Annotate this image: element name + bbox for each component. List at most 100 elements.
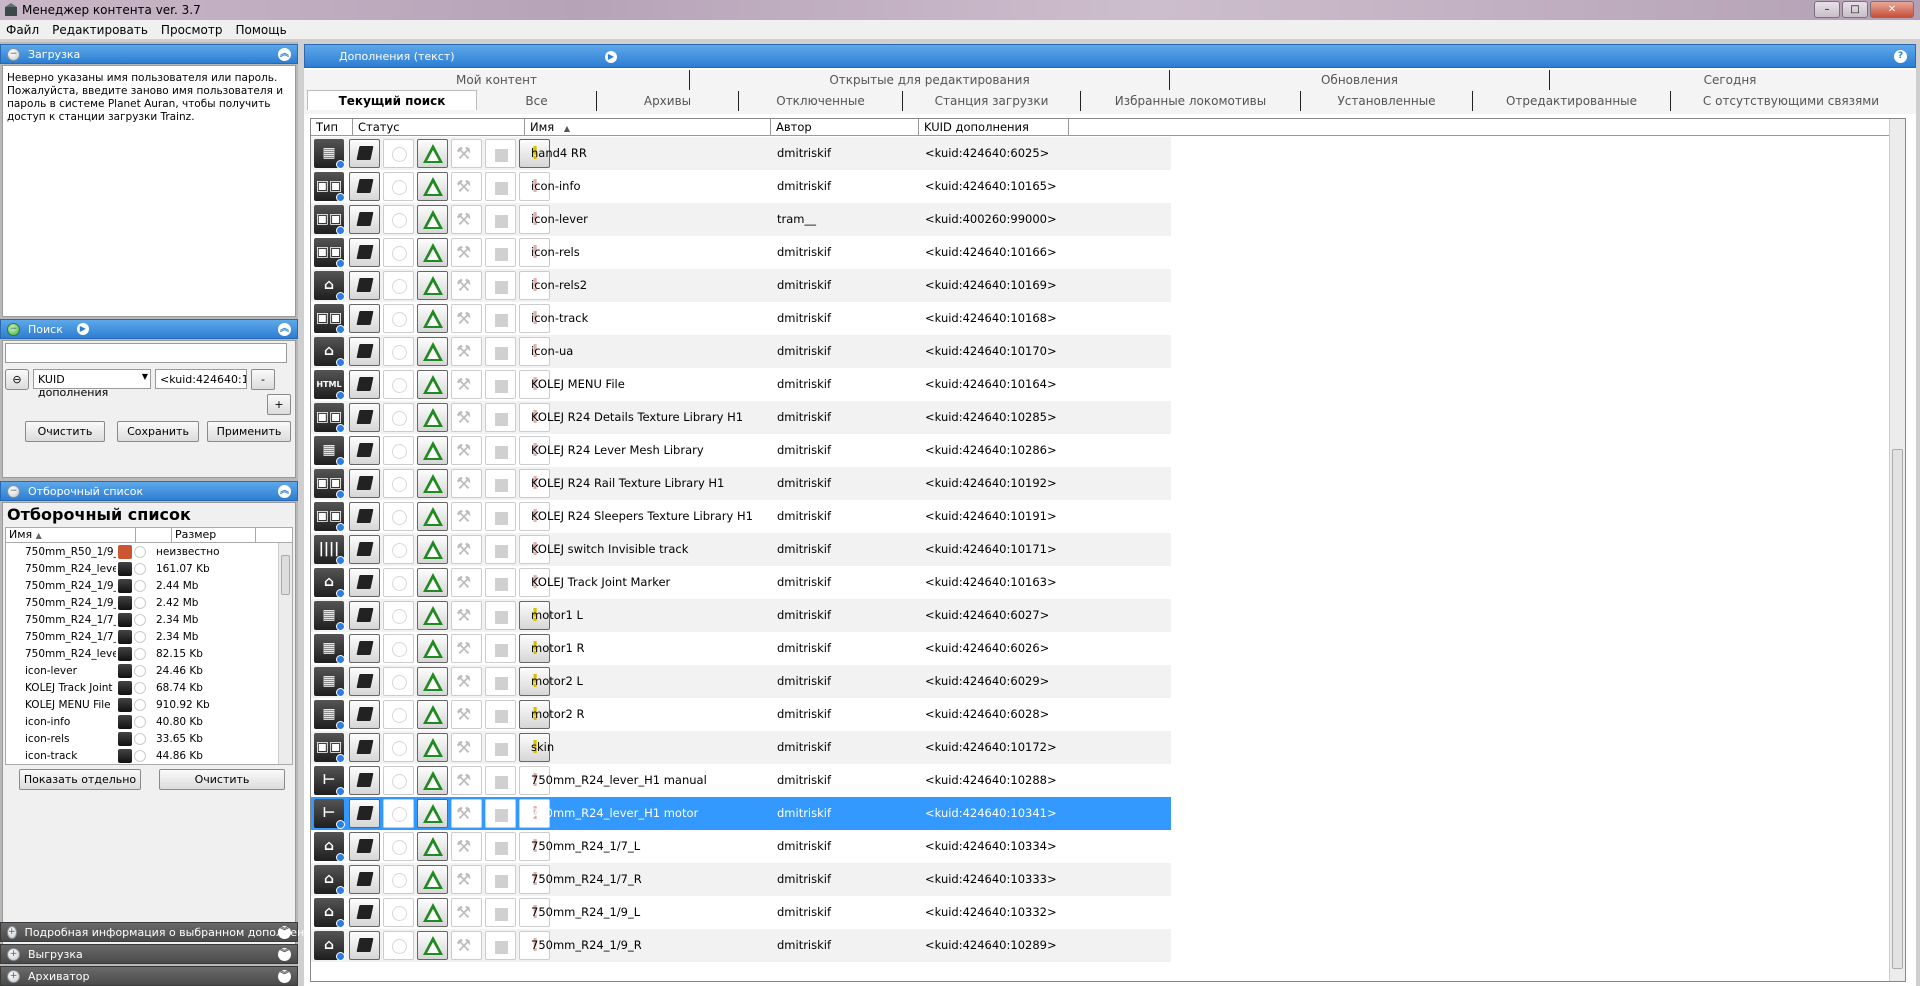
table-row[interactable]: ▦ ⚒! motor1 Rdmitriskif <kuid:424640:6026> — [311, 632, 1171, 665]
content-scrollbar[interactable] — [1889, 119, 1905, 981]
apply-search-button[interactable]: Применить — [207, 421, 291, 442]
details-panel-header[interactable]: + Подробная информация о выбранном допол… — [0, 922, 319, 942]
table-row[interactable]: HTML ⚒! KOLEJ MENU File dmitriskif <kuid:424… — [311, 368, 1171, 401]
selection-item-size: 24.46 Kb — [156, 664, 203, 677]
column-header-kuid[interactable]: KUID дополнения — [919, 119, 1069, 136]
table-row[interactable]: ⊢ ⚒! 750mm_R24_lever_H1 motor dmitriskif <ku… — [311, 797, 1171, 830]
tab-open-for-edit[interactable]: Открытые для редактирования — [690, 70, 1170, 90]
selection-list-item[interactable]: 750mm_R24_1/9_R 2.44 Mb — [6, 577, 292, 594]
menu-view[interactable]: Просмотр — [161, 23, 223, 37]
download-panel-header[interactable]: − Загрузка ︽ — [0, 44, 298, 64]
row-author: dmitriskif — [777, 377, 832, 391]
collapse-chevron-icon[interactable]: ︽ — [278, 48, 291, 61]
search-panel-header[interactable]: − Поиск ▶ ︽ — [0, 319, 298, 339]
add-filter-button[interactable]: + — [267, 394, 291, 415]
save-search-button[interactable]: Сохранить — [117, 421, 199, 442]
table-row[interactable]: ▣▣ ⚒! icon-info dmitriskif <kuid:424640:1016… — [311, 170, 1171, 203]
column-header-type[interactable]: Тип — [311, 119, 353, 136]
selection-panel-header[interactable]: − Отборочный список ︽ — [0, 481, 298, 501]
column-header-name[interactable]: Имя ▲ — [6, 528, 136, 542]
tools-status-icon: ⚒ — [451, 601, 482, 630]
tab-download-station[interactable]: Станция загрузки — [903, 91, 1081, 111]
collapse-chevron-icon[interactable]: ︽ — [278, 323, 291, 336]
search-value-input[interactable]: <kuid:424640:10 — [155, 369, 247, 389]
selection-list-item[interactable]: icon-info 40.80 Kb — [6, 713, 292, 730]
table-row[interactable]: ▣▣ ⚒! KOLEJ R24 Details Texture Library H1… — [311, 401, 1171, 434]
selection-list-item[interactable]: 750mm_R24_1/9_L 2.42 Mb — [6, 594, 292, 611]
search-input[interactable] — [5, 343, 287, 363]
close-button[interactable]: ✕ — [1870, 1, 1914, 18]
column-header-name[interactable]: Имя ▲ — [525, 119, 771, 136]
table-row[interactable]: ▦ ⚒! hand4 RR dmitriskif <kuid:424640:6025> — [311, 137, 1171, 170]
table-row[interactable]: ⌂ ⚒! icon-rels2 dmitriskif <kuid:424640:1016… — [311, 269, 1171, 302]
table-row[interactable]: ⌂ ⚒! icon-ua dmitriskif <kuid:424640:10170> — [311, 335, 1171, 368]
selection-list-item[interactable]: 750mm_R24_lever_... 82.15 Kb — [6, 645, 292, 662]
table-row[interactable]: ▣▣ ⚒! KOLEJ R24 Rail Texture Library H1 dmi… — [311, 467, 1171, 500]
selection-list-item[interactable]: 750mm_R24_1/7_L 2.34 Mb — [6, 628, 292, 645]
tab-current-search[interactable]: Текущий поиск — [307, 90, 477, 110]
expand-chevron-icon[interactable]: ︾ — [278, 948, 291, 961]
table-row[interactable]: ⌂ ⚒! 750mm_R24_1/7_L dmitriskif <kuid:424640… — [311, 830, 1171, 863]
selection-list-item[interactable]: KOLEJ MENU File 910.92 Kb — [6, 696, 292, 713]
scrollbar-thumb[interactable] — [281, 555, 290, 595]
expand-chevron-icon[interactable]: ︾ — [278, 970, 291, 983]
remove-filter-button[interactable]: ⊖ — [5, 369, 29, 390]
tab-updates[interactable]: Обновления — [1170, 70, 1550, 90]
table-row[interactable]: ▦ ⚒! motor2 Rdmitriskif <kuid:424640:6028> — [311, 698, 1171, 731]
selection-list-item[interactable]: icon-lever 24.46 Kb — [6, 662, 292, 679]
search-field-select[interactable]: KUID дополнения ▼ — [33, 369, 151, 399]
table-row[interactable]: ⌂ ⚒! 750mm_R24_1/9_R dmitriskif <kuid:424640… — [311, 929, 1171, 962]
table-row[interactable]: ⌂ ⚒! 750mm_R24_1/9_L dmitriskif <kuid:424640… — [311, 896, 1171, 929]
selection-list-item[interactable]: 750mm_R50_1/9_L... неизвестно — [6, 543, 292, 560]
tab-my-content[interactable]: Мой контент — [304, 70, 690, 90]
menu-edit[interactable]: Редактировать — [52, 23, 148, 37]
table-row[interactable]: ▣▣ ⚒! KOLEJ R24 Sleepers Texture Library H… — [311, 500, 1171, 533]
clear-selection-button[interactable]: Очистить — [159, 769, 285, 790]
selection-list-item[interactable]: icon-track 44.86 Kb — [6, 747, 292, 764]
column-header-author[interactable]: Автор — [771, 119, 919, 136]
show-separately-button[interactable]: Показать отдельно — [19, 769, 141, 790]
play-arrow-icon[interactable]: ▶ — [76, 323, 89, 335]
menu-help[interactable]: Помощь — [236, 23, 287, 37]
scrollbar-thumb[interactable] — [1892, 449, 1903, 969]
play-arrow-icon[interactable]: ▶ — [605, 51, 617, 63]
payware-status-icon — [485, 304, 516, 333]
column-header-status[interactable]: Статус — [353, 119, 525, 136]
collapse-chevron-icon[interactable]: ︽ — [278, 485, 291, 498]
selection-list-item[interactable]: 750mm_R24_1/7_R 2.34 Mb — [6, 611, 292, 628]
clear-search-button[interactable]: Очистить — [25, 421, 105, 442]
tab-installed[interactable]: Установленные — [1301, 91, 1473, 111]
tab-disabled[interactable]: Отключенные — [739, 91, 903, 111]
row-name: 750mm_R24_lever_H1 motor — [531, 806, 699, 820]
tab-edited[interactable]: Отредактированные — [1473, 91, 1671, 111]
table-row[interactable]: ⌂ ⚒! 750mm_R24_1/7_R dmitriskif <kuid:424640… — [311, 863, 1171, 896]
tab-favorite-locomotives[interactable]: Избранные локомотивы — [1081, 91, 1301, 111]
table-row[interactable]: ▦ ⚒! KOLEJ R24 Lever Mesh Library dmitriski… — [311, 434, 1171, 467]
table-row[interactable]: ▣▣ ⚒! icon-lever tram__ <kuid:400260:99000> — [311, 203, 1171, 236]
selection-list-item[interactable]: KOLEJ Track Joint M... 68.74 Kb — [6, 679, 292, 696]
selection-list-item[interactable]: icon-rels 33.65 Kb — [6, 730, 292, 747]
upload-panel-header[interactable]: + Выгрузка ︾ — [0, 944, 298, 964]
help-icon[interactable]: ? — [1894, 50, 1907, 63]
archiver-panel-header[interactable]: + Архиватор ︾ — [0, 966, 298, 986]
minimize-button[interactable]: – — [1814, 1, 1840, 18]
table-row[interactable]: |||| ⚒! KOLEJ switch Invisible track dmitri… — [311, 533, 1171, 566]
selection-list-item[interactable]: 750mm_R24_lever_... 161.07 Kb — [6, 560, 292, 577]
tab-today[interactable]: Сегодня — [1550, 70, 1910, 90]
table-row[interactable]: ▣▣ ⚒! icon-track dmitriskif <kuid:424640:101… — [311, 302, 1171, 335]
expand-chevron-icon[interactable]: ︾ — [278, 926, 291, 939]
minus-button[interactable]: - — [251, 369, 275, 390]
selection-scrollbar[interactable] — [278, 543, 292, 764]
menu-file[interactable]: Файл — [6, 23, 39, 37]
table-row[interactable]: ▦ ⚒! motor2 Ldmitriskif <kuid:424640:6029> — [311, 665, 1171, 698]
tab-all[interactable]: Все — [477, 91, 597, 111]
tab-archives[interactable]: Архивы — [597, 91, 739, 111]
table-row[interactable]: ▣▣ ⚒! skin dmitriskif <kuid:424640:10172> — [311, 731, 1171, 764]
table-row[interactable]: ▦ ⚒! motor1 Ldmitriskif <kuid:424640:6027> — [311, 599, 1171, 632]
table-row[interactable]: ▣▣ ⚒! icon-rels dmitriskif <kuid:424640:1016… — [311, 236, 1171, 269]
table-row[interactable]: ⊢ ⚒! 750mm_R24_lever_H1 manual dmitriskif <k… — [311, 764, 1171, 797]
tab-missing-dependencies[interactable]: С отсутствующими связями — [1671, 91, 1911, 111]
maximize-button[interactable]: □ — [1842, 1, 1868, 18]
table-row[interactable]: ⌂ ⚒! KOLEJ Track Joint Marker dmitriskif <ku… — [311, 566, 1171, 599]
column-header-size[interactable]: Размер — [172, 528, 256, 542]
